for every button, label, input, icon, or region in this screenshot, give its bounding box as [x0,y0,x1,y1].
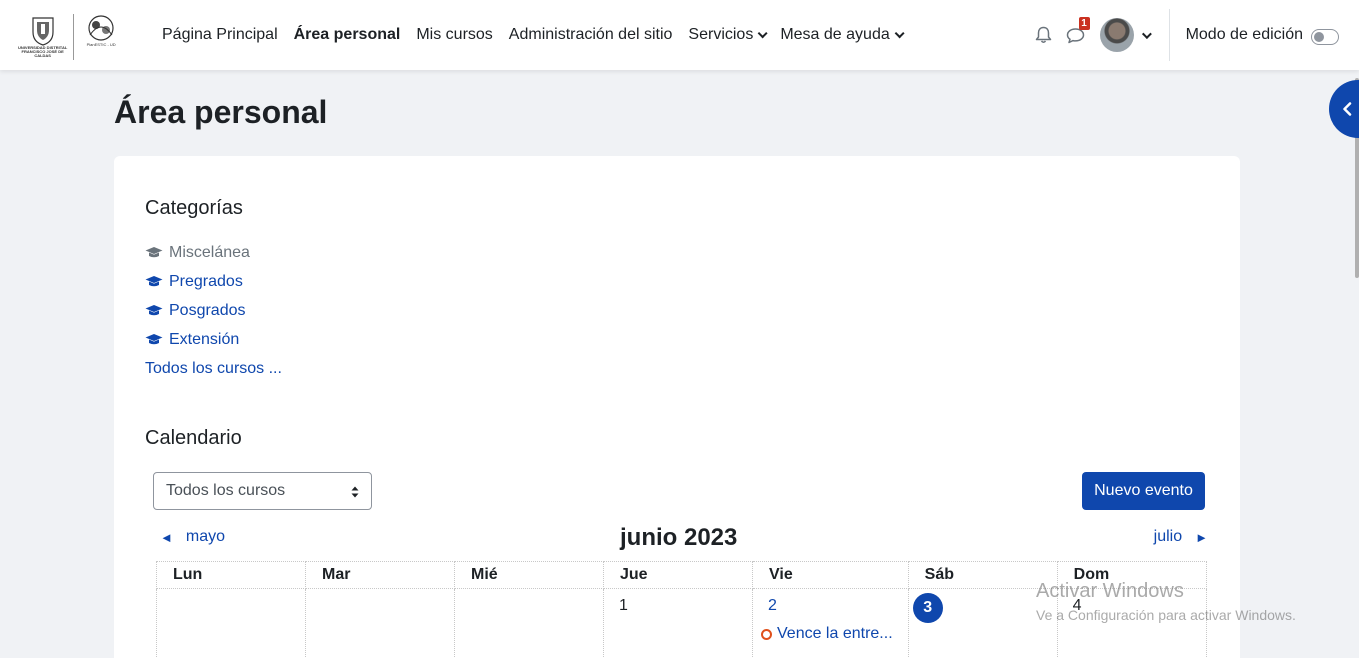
category-item-pregrados[interactable]: Pregrados [145,267,282,296]
arrow-left-icon: ◄ [160,529,173,545]
weekday-header: Sáb [907,561,1058,589]
logo-separator [73,14,75,60]
graduation-cap-icon [145,304,163,317]
open-block-drawer-button[interactable] [1329,80,1359,138]
chevron-down-icon [757,27,768,38]
category-label: Pregrados [169,272,243,290]
calendar-day-cell[interactable]: 4 [1056,588,1207,658]
calendar-day-cell[interactable] [156,588,306,658]
calendar-week-row: 1 2 Vence la entre... 3 4 [156,588,1207,658]
category-item-miscelanea[interactable]: Miscelánea [145,238,282,267]
planestic-logo: PlanESTIC - UD [80,13,122,61]
nav-dashboard[interactable]: Área personal [294,0,401,70]
primary-navigation: Página Principal Área personal Mis curso… [162,0,917,70]
select-updown-icon [351,486,359,498]
university-crest: UNIVERSIDAD DISTRITAL FRANCISCO JOSÉ DE … [18,13,67,61]
previous-month-link[interactable]: ◄ mayo [160,528,225,546]
user-avatar[interactable] [1099,18,1134,52]
graduation-cap-icon [145,275,163,288]
calendar-heading: Calendario [145,427,242,449]
notifications-button[interactable] [1028,19,1060,51]
weekday-header: Vie [752,561,909,589]
crest-icon [32,17,54,46]
chevron-left-icon [1343,102,1352,116]
nav-home[interactable]: Página Principal [162,0,278,70]
calendar-day-cell[interactable] [454,588,604,658]
weekday-header: Dom [1056,561,1207,589]
category-item-posgrados[interactable]: Posgrados [145,296,282,325]
user-navigation: 1 Modo de edición [1028,0,1359,70]
nav-services-label: Servicios [688,26,754,43]
category-label: Miscelánea [169,243,250,261]
category-item-extension[interactable]: Extensión [145,325,282,354]
day-number: 1 [619,597,628,614]
messages-count-badge: 1 [1078,17,1090,30]
arrow-right-icon: ► [1195,529,1208,545]
new-event-button[interactable]: Nuevo evento [1082,472,1205,510]
edit-mode-label: Modo de edición [1185,26,1303,43]
calendar-day-cell-today[interactable]: 3 [907,588,1058,658]
day-number-link[interactable]: 2 [768,597,777,615]
event-due-icon [761,628,772,640]
nav-services[interactable]: Servicios [688,0,768,70]
category-label: Extensión [169,330,240,348]
calendar-day-cell[interactable] [305,588,455,658]
weekday-header: Mar [305,561,455,589]
chevron-down-icon [894,27,905,38]
today-marker: 3 [912,593,943,623]
nav-my-courses[interactable]: Mis cursos [416,0,492,70]
bell-icon [1035,26,1052,43]
weekday-header: Jue [603,561,753,589]
all-courses-link[interactable]: Todos los cursos ... [145,354,282,383]
day-number: 4 [1072,597,1082,614]
categories-heading: Categorías [145,197,243,219]
next-month-label: julio [1153,528,1183,545]
planestic-icon [88,15,114,41]
graduation-cap-icon [145,246,163,259]
course-filter-value: Todos los cursos [166,482,286,499]
month-navigation: ◄ mayo junio 2023 julio ► [156,524,1208,554]
calendar-day-cell[interactable]: 2 Vence la entre... [752,588,909,658]
weekday-header-row: Lun Mar Mié Jue Vie Sáb Dom [156,561,1207,589]
weekday-header: Lun [156,561,306,589]
nav-help-desk[interactable]: Mesa de ayuda [780,0,905,70]
edit-mode-control: Modo de edición [1186,25,1339,45]
event-title: Vence la entre... [777,625,893,642]
nav-help-desk-label: Mesa de ayuda [780,26,890,43]
top-navbar: UNIVERSIDAD DISTRITAL FRANCISCO JOSÉ DE … [0,0,1359,70]
main-content-card: Categorías Miscelánea Pregrados Posgrado… [114,156,1240,658]
site-logo[interactable]: UNIVERSIDAD DISTRITAL FRANCISCO JOSÉ DE … [18,12,122,62]
category-label: Posgrados [169,301,246,319]
course-filter-select[interactable]: Todos los cursos [153,472,372,510]
current-month-title: junio 2023 [620,524,738,551]
nav-divider [1168,9,1170,61]
page-title: Área personal [114,94,328,130]
calendar-day-cell[interactable]: 1 [603,588,753,658]
weekday-header: Mié [454,561,604,589]
calendar-event-item[interactable]: Vence la entre... [761,625,893,643]
graduation-cap-icon [145,333,163,346]
planestic-caption: PlanESTIC - UD [86,42,116,47]
calendar-month-table: Lun Mar Mié Jue Vie Sáb Dom 1 2 Vence la… [156,561,1207,658]
crest-caption: UNIVERSIDAD DISTRITAL FRANCISCO JOSÉ DE … [18,45,68,58]
messages-button[interactable]: 1 [1060,17,1092,51]
next-month-link[interactable]: julio ► [1154,528,1208,546]
nav-site-admin[interactable]: Administración del sitio [509,0,673,70]
edit-mode-toggle[interactable] [1311,29,1339,45]
previous-month-label: mayo [185,528,225,545]
chevron-down-icon[interactable] [1141,28,1152,39]
categories-list: Miscelánea Pregrados Posgrados Extensión… [145,238,282,383]
